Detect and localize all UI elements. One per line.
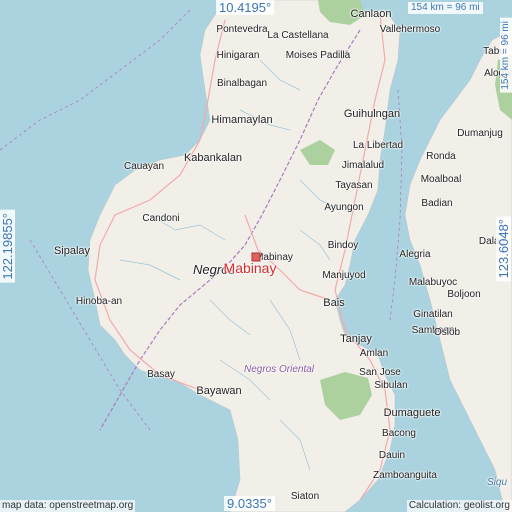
place-label: Malabuyoc bbox=[408, 277, 458, 288]
coord-top: 10.4195° bbox=[216, 0, 275, 15]
scale-horizontal: 154 km = 96 mi bbox=[408, 2, 483, 14]
place-label: Sibulan bbox=[374, 380, 408, 391]
place-label: Himamaylan bbox=[211, 114, 273, 126]
place-label: Binalbagan bbox=[216, 78, 268, 89]
place-label: La Castellana bbox=[267, 30, 329, 41]
region-label: Negros Oriental bbox=[243, 364, 315, 375]
place-label: Jimalalud bbox=[341, 160, 385, 171]
place-label: Hinigaran bbox=[216, 50, 260, 61]
place-label: Ronda bbox=[426, 151, 456, 162]
place-label: Canlaon bbox=[350, 8, 392, 20]
place-label: Dauin bbox=[378, 450, 406, 461]
sea-label: Siqu bbox=[486, 477, 508, 488]
place-label: Kabankalan bbox=[183, 152, 243, 164]
place-label: Zamboanguita bbox=[373, 470, 437, 481]
place-label: Candoni bbox=[142, 213, 180, 224]
place-label: Siaton bbox=[290, 491, 320, 502]
place-label: Oslob bbox=[433, 327, 461, 338]
place-label: Dumaguete bbox=[383, 407, 441, 419]
place-label: Moalboal bbox=[420, 174, 462, 185]
place-label: Tanjay bbox=[340, 333, 372, 345]
place-label: La Libertad bbox=[352, 140, 404, 151]
place-label: Ayungon bbox=[324, 202, 364, 213]
place-label: Hinoba-an bbox=[75, 296, 123, 307]
place-label: Sipalay bbox=[53, 245, 91, 257]
target-label: Mabinay bbox=[223, 260, 277, 276]
place-label: Cauayan bbox=[123, 161, 165, 172]
coord-right: 123.6048° bbox=[496, 216, 511, 282]
place-label: Amlan bbox=[359, 348, 389, 359]
place-label: Moises Padilla bbox=[285, 50, 351, 61]
place-label: Dumanjug bbox=[457, 128, 503, 139]
place-label: Boljoon bbox=[447, 289, 481, 300]
place-label: Manjuyod bbox=[322, 270, 366, 281]
place-label: Bayawan bbox=[196, 385, 242, 397]
coord-bottom: 9.0335° bbox=[224, 496, 275, 511]
place-label: Bacong bbox=[382, 428, 416, 439]
calculation-credit[interactable]: Calculation: geolist.org bbox=[406, 500, 512, 512]
place-label: Basay bbox=[147, 369, 175, 380]
place-label: Pontevedra bbox=[216, 24, 268, 35]
map-view[interactable]: Canlaon Pontevedra La Castellana Vallehermo… bbox=[0, 0, 512, 512]
place-label: San Jose bbox=[359, 367, 401, 378]
place-label: Bais bbox=[323, 297, 345, 309]
attribution[interactable]: map data: openstreetmap.org bbox=[0, 500, 136, 512]
place-label: Alegria bbox=[399, 249, 431, 260]
coord-left: 122.19855° bbox=[0, 210, 15, 283]
place-label: Bindoy bbox=[327, 240, 359, 251]
place-label: Guihulngan bbox=[343, 108, 401, 120]
scale-vertical: 154 km = 96 mi bbox=[500, 18, 512, 93]
place-label: Ginatilan bbox=[413, 309, 453, 320]
place-label: Badian bbox=[421, 198, 453, 209]
place-label: Vallehermoso bbox=[379, 24, 441, 35]
place-label: Tayasan bbox=[335, 180, 373, 191]
